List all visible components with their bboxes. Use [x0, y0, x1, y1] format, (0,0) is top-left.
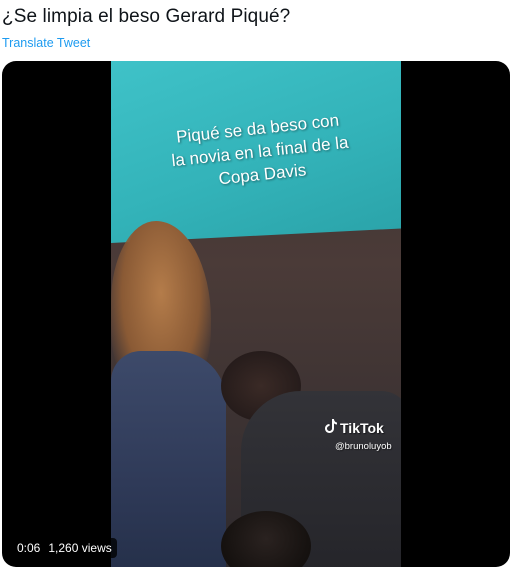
- video-player[interactable]: Piqué se da beso con la novia en la fina…: [2, 61, 510, 567]
- tiktok-logo-icon: [325, 419, 337, 436]
- elapsed-time: 0:06: [17, 541, 41, 555]
- translate-tweet-link[interactable]: Translate Tweet: [2, 36, 90, 50]
- video-stats-badge: 0:06 1,260 views: [12, 538, 117, 558]
- view-count: 1,260 views: [48, 541, 112, 555]
- tiktok-handle: @brunoluyob: [335, 441, 392, 452]
- person-body: [111, 351, 226, 567]
- tiktok-brand-label: TikTok: [340, 420, 384, 436]
- video-frame[interactable]: Piqué se da beso con la novia en la fina…: [111, 61, 401, 567]
- tiktok-watermark: TikTok: [325, 419, 384, 436]
- tweet-text: ¿Se limpia el beso Gerard Piqué?: [2, 6, 291, 27]
